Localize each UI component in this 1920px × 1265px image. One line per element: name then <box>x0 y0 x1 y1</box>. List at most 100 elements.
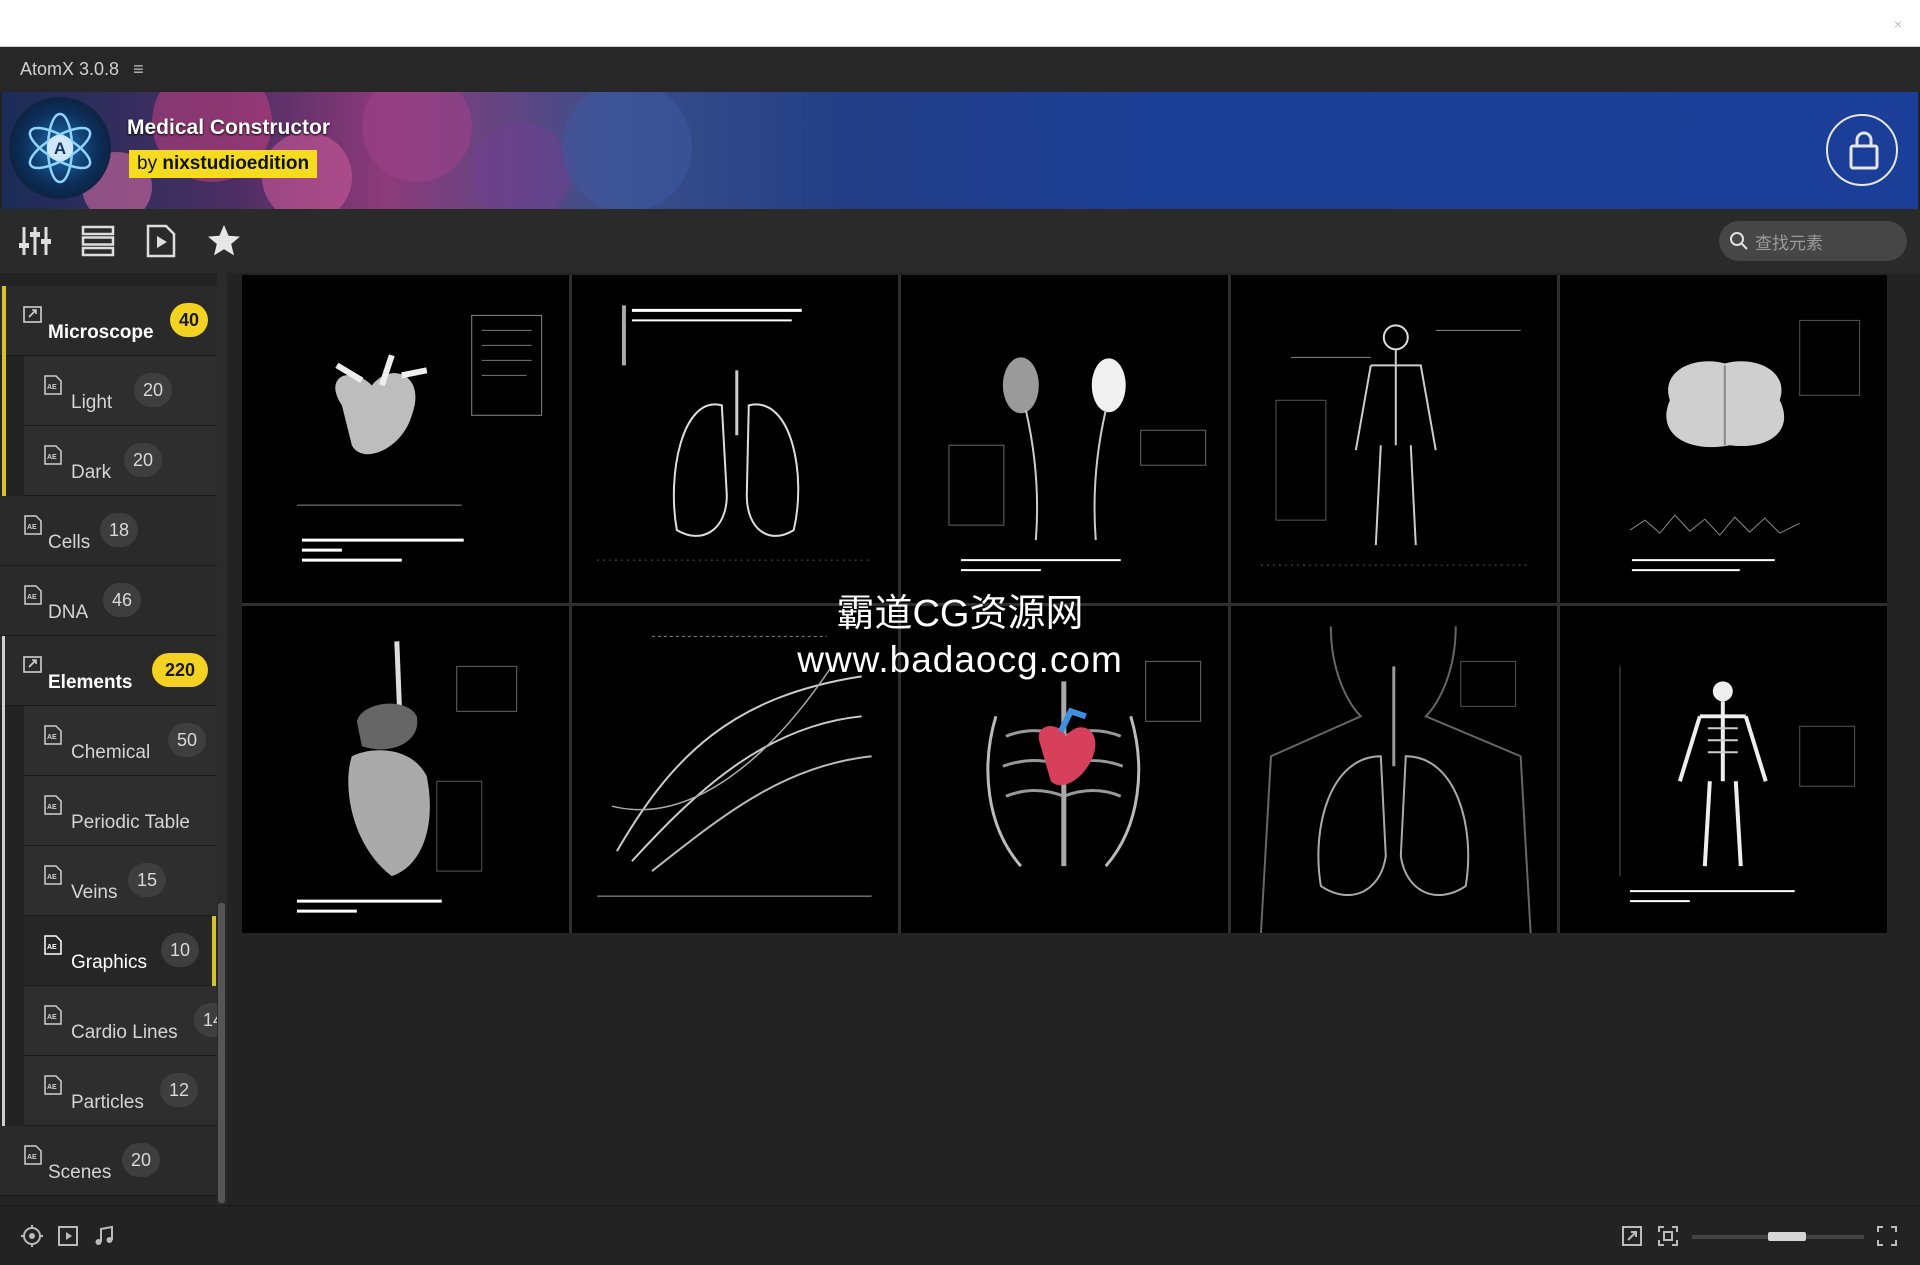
sidebar-item-dna[interactable]: AE DNA 46 <box>0 566 218 636</box>
sidebar-item-particles[interactable]: AE Particles 12 <box>24 1056 218 1126</box>
svg-text:AE: AE <box>47 454 57 461</box>
count-badge: 20 <box>122 1143 160 1177</box>
shopping-bag-icon <box>1849 131 1879 170</box>
pack-banner: A Medical Constructor by nixstudioeditio… <box>2 92 1918 209</box>
asset-thumbnail-nervous-system[interactable] <box>1230 275 1558 603</box>
category-sidebar: Microscope 40 AE Light 20 AE Dark 20 AE … <box>0 273 218 1205</box>
list-view-icon[interactable] <box>80 223 116 259</box>
sidebar-item-cardio-lines[interactable]: AE Cardio Lines 14 <box>24 986 218 1056</box>
ae-file-icon: AE <box>44 445 62 465</box>
target-icon[interactable] <box>20 1224 44 1248</box>
selected-item-indicator <box>212 916 216 986</box>
sidebar-item-veins[interactable]: AE Veins 15 <box>24 846 218 916</box>
thumbnail-size-slider[interactable] <box>1692 1232 1864 1241</box>
sidebar-item-elements[interactable]: Elements 220 <box>0 636 218 706</box>
search-input[interactable]: 查找元素 <box>1719 221 1907 261</box>
store-button[interactable] <box>1826 114 1898 186</box>
count-badge: 46 <box>103 583 141 617</box>
close-icon[interactable]: × <box>1894 16 1902 32</box>
search-icon <box>1730 232 1748 250</box>
active-group-indicator <box>2 286 6 496</box>
resize-icon[interactable] <box>1620 1224 1644 1248</box>
atom-logo-icon: A <box>28 112 92 184</box>
author-prefix: by <box>137 153 163 174</box>
asset-thumbnail-digestive-system[interactable] <box>242 605 569 933</box>
logo-letter: A <box>54 139 66 158</box>
sidebar-item-scenes[interactable]: AE Scenes 20 <box>0 1126 218 1196</box>
banner-decoration <box>472 122 572 209</box>
atomx-logo: A <box>12 100 108 196</box>
fit-screen-icon[interactable] <box>1656 1224 1680 1248</box>
sidebar-item-previous[interactable] <box>0 273 218 275</box>
sidebar-item-label: Dark <box>71 462 112 483</box>
sidebar-item-label: Light <box>71 392 113 413</box>
ae-file-icon: AE <box>44 1005 62 1025</box>
fullscreen-icon[interactable] <box>1875 1224 1899 1248</box>
audio-note-icon[interactable] <box>92 1224 116 1248</box>
bottom-bar <box>0 1205 1920 1265</box>
video-preview-icon[interactable] <box>56 1224 80 1248</box>
sidebar-item-label: Cardio Lines <box>71 1022 178 1043</box>
sidebar-item-microscope[interactable]: Microscope 40 <box>0 286 218 356</box>
svg-text:AE: AE <box>47 734 57 741</box>
author-name: nixstudioedition <box>162 153 310 174</box>
slider-knob[interactable] <box>1768 1232 1806 1241</box>
main-toolbar: 查找元素 <box>0 209 1920 273</box>
svg-text:AE: AE <box>27 594 37 601</box>
asset-thumbnail-heart[interactable] <box>242 275 569 603</box>
count-badge: 10 <box>161 933 199 967</box>
sidebar-item-label: Microscope <box>48 322 154 343</box>
asset-thumbnail-skeleton[interactable] <box>1560 605 1887 933</box>
sidebar-item-label: Elements <box>48 672 133 693</box>
media-file-icon[interactable] <box>143 223 179 259</box>
sidebar-item-label: Periodic Table <box>71 812 191 833</box>
svg-text:AE: AE <box>27 1154 37 1161</box>
ae-file-icon: AE <box>44 725 62 745</box>
sidebar-scrollbar[interactable] <box>217 273 227 1205</box>
svg-text:AE: AE <box>47 944 57 951</box>
digestive-system-preview-image <box>296 640 518 913</box>
sidebar-item-light[interactable]: AE Light 20 <box>24 356 218 426</box>
ae-file-icon: AE <box>24 585 42 605</box>
folder-link-icon <box>23 656 42 673</box>
svg-text:AE: AE <box>47 384 57 391</box>
author-badge[interactable]: by nixstudioedition <box>129 150 318 178</box>
count-badge: 12 <box>160 1073 198 1107</box>
asset-thumbnail-brain[interactable] <box>1560 275 1887 603</box>
favorites-star-icon[interactable] <box>206 223 242 259</box>
sidebar-item-label: DNA <box>48 602 89 623</box>
app-title-bar: AtomX 3.0.8 ≡ <box>0 47 1920 92</box>
window-top-strip: × <box>0 0 1920 47</box>
ae-file-icon: AE <box>24 1145 42 1165</box>
folder-link-icon <box>23 306 42 323</box>
lungs-preview-image <box>596 305 872 561</box>
ae-file-icon: AE <box>44 375 62 395</box>
banner-decoration <box>362 92 472 182</box>
asset-thumbnail-respiratory-torso[interactable] <box>1230 605 1558 933</box>
sidebar-item-periodic-table[interactable]: AE Periodic Table <box>24 776 218 846</box>
count-badge: 50 <box>168 723 206 757</box>
asset-thumbnail-kidneys[interactable] <box>901 275 1228 603</box>
sidebar-item-label: Particles <box>71 1092 144 1113</box>
sidebar-item-label: Graphics <box>71 952 148 973</box>
app-title: AtomX 3.0.8 <box>20 59 120 79</box>
ae-file-icon: AE <box>44 1075 62 1095</box>
brain-preview-image <box>1630 319 1861 572</box>
body-nervous-system-preview-image <box>1260 324 1531 566</box>
sidebar-item-graphics[interactable]: AE Graphics 10 <box>24 916 218 986</box>
sliders-icon[interactable] <box>17 223 53 259</box>
ae-file-icon: AE <box>44 865 62 885</box>
svg-text:AE: AE <box>47 1084 57 1091</box>
count-badge: 20 <box>124 443 162 477</box>
expanded-group-line <box>2 636 5 1126</box>
sidebar-item-chemical[interactable]: AE Chemical 50 <box>24 706 218 776</box>
respiratory-torso-preview-image <box>1259 625 1532 933</box>
watermark: 霸道CG资源网 www.badaocg.com <box>760 582 1160 681</box>
sidebar-item-label: Chemical <box>71 742 151 763</box>
sidebar-item-dark[interactable]: AE Dark 20 <box>24 426 218 496</box>
sidebar-item-cells[interactable]: AE Cells 18 <box>0 496 218 566</box>
scrollbar-thumb[interactable] <box>218 903 225 1203</box>
svg-text:AE: AE <box>27 524 37 531</box>
hamburger-menu-icon[interactable]: ≡ <box>133 59 144 80</box>
asset-thumbnail-lungs[interactable] <box>571 275 899 603</box>
